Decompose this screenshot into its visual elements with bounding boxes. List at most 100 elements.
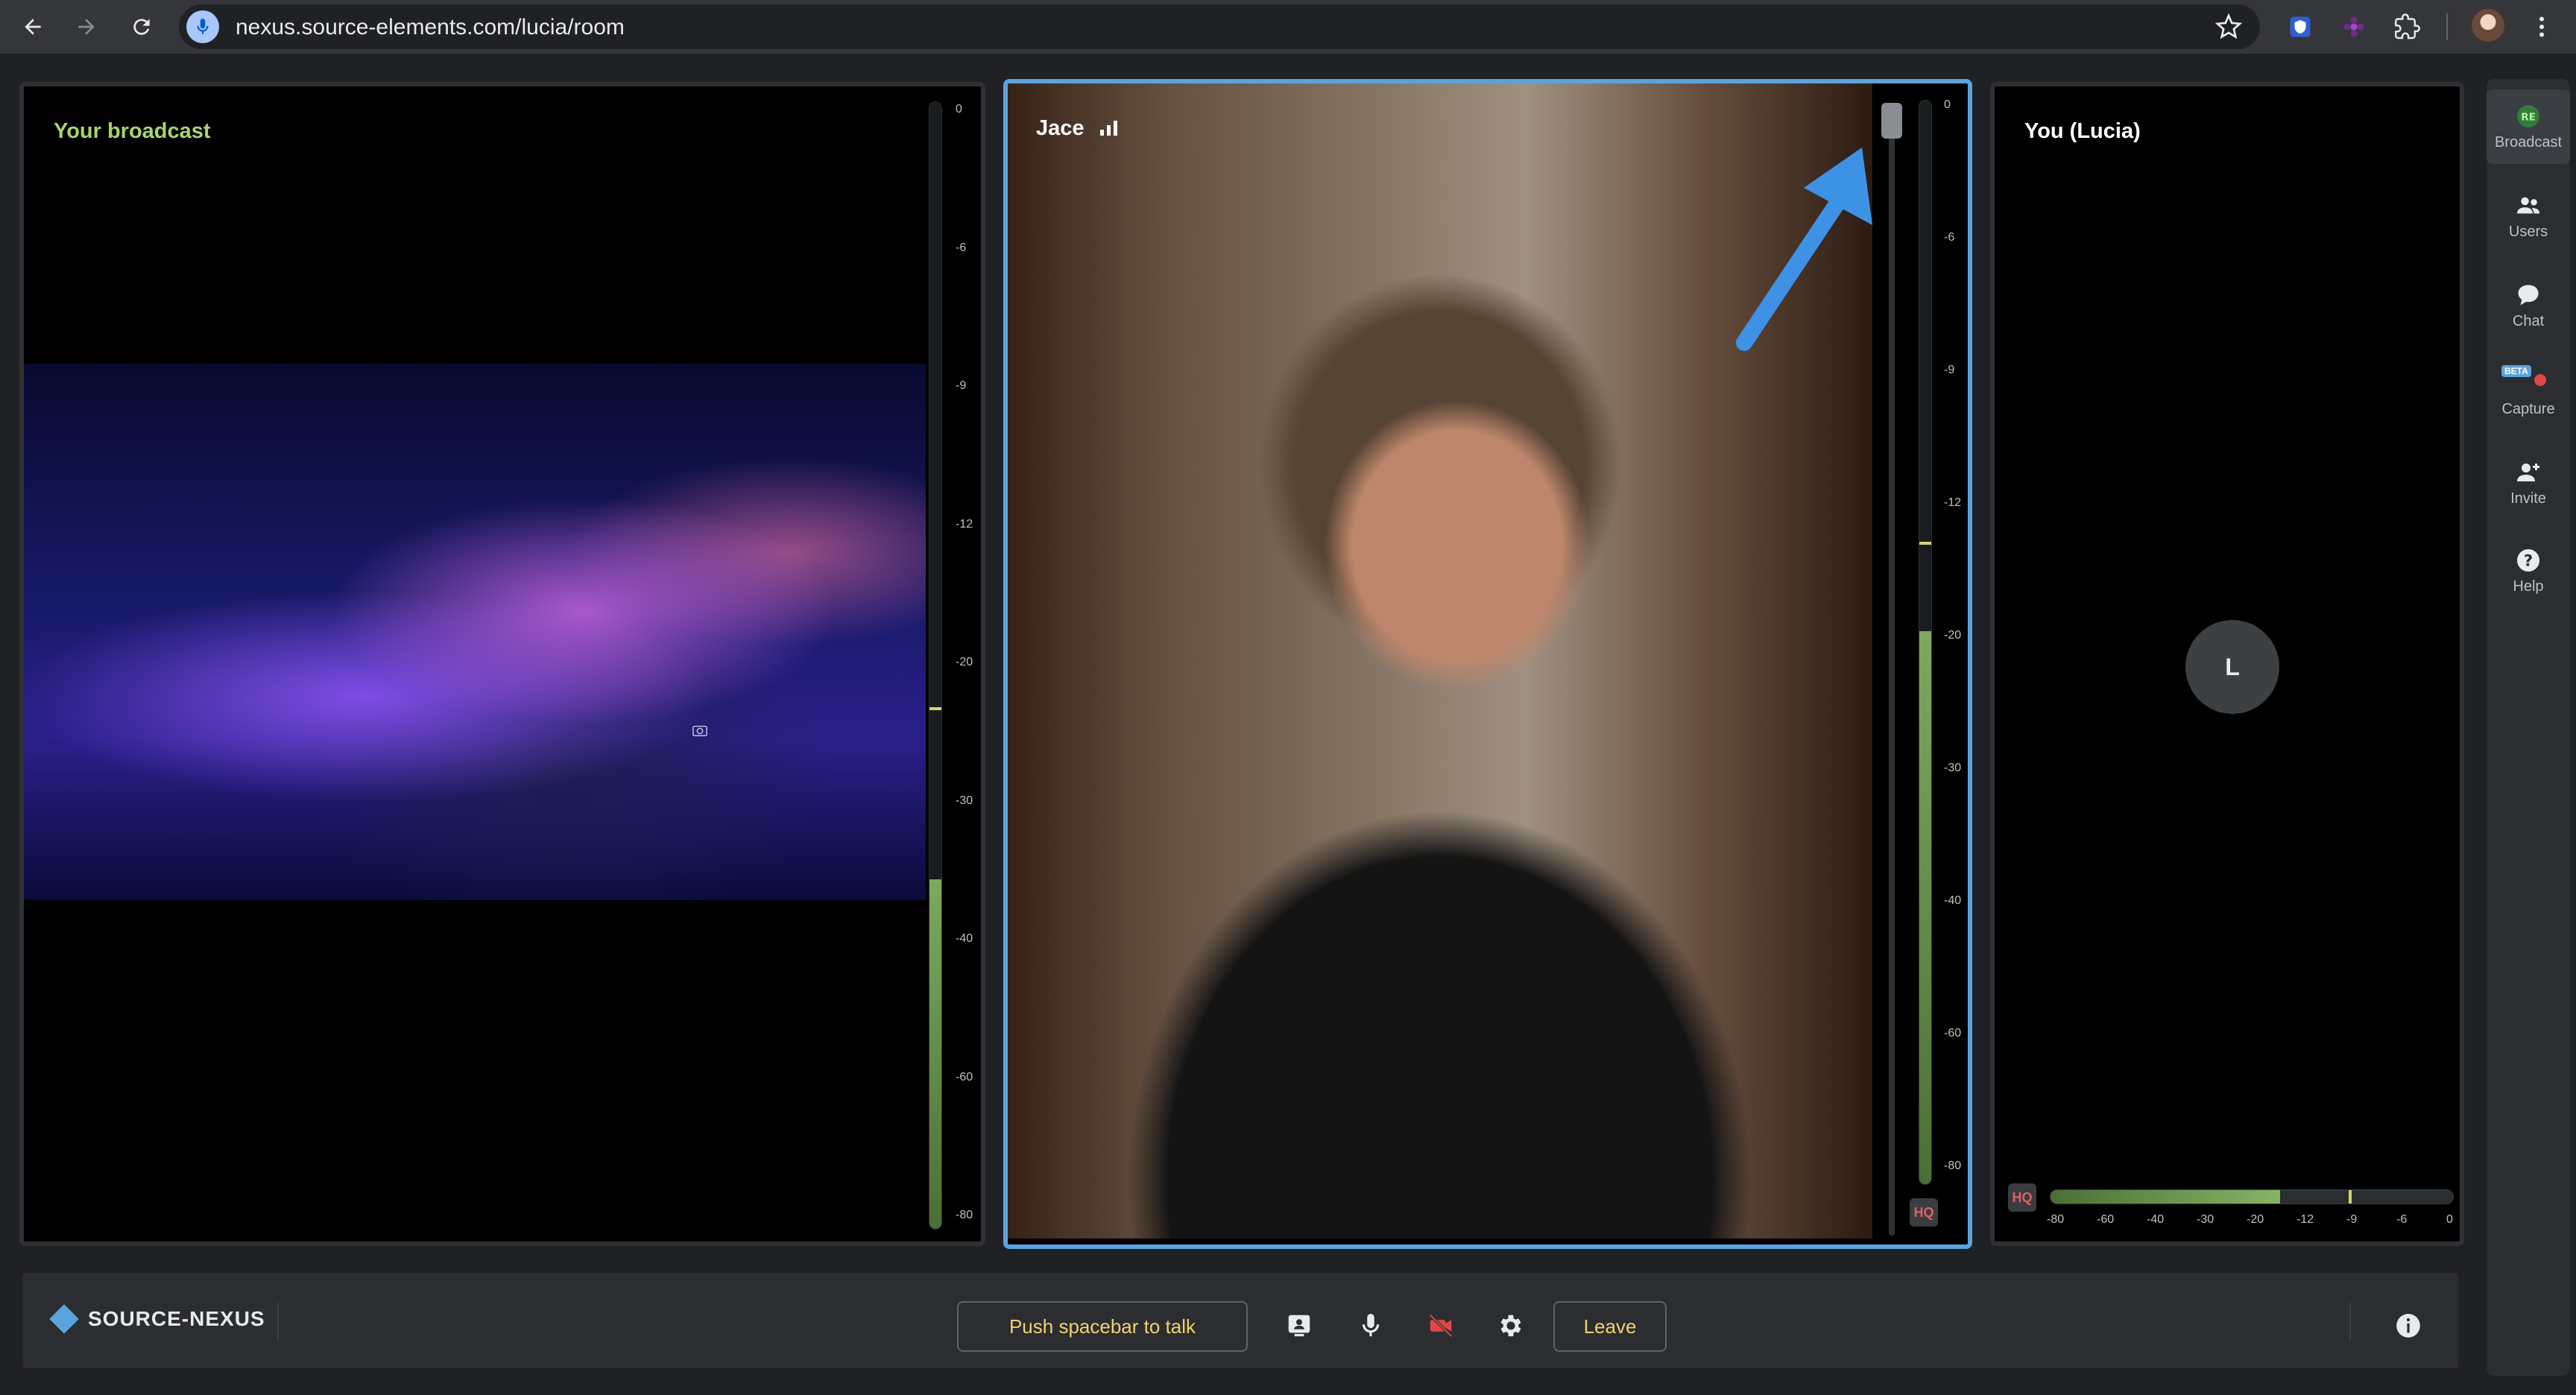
microphone-button[interactable]	[1354, 1309, 1388, 1343]
profile-avatar[interactable]	[2472, 9, 2504, 42]
sidebar-label: Invite	[2510, 490, 2546, 507]
shield-extension-icon	[2290, 16, 2311, 37]
record-dot-icon	[2534, 374, 2546, 386]
more-vertical-icon	[2539, 16, 2544, 37]
extensions-button[interactable]	[2391, 10, 2424, 43]
meter-scale-label: -6	[2396, 1213, 2408, 1226]
arrow-right-icon	[78, 19, 95, 35]
meter-scale-label: -9	[1944, 364, 1955, 376]
meter-scale-label: -60	[1944, 1027, 1962, 1040]
divider	[2349, 1303, 2351, 1341]
leave-button[interactable]: Leave	[1553, 1301, 1667, 1352]
meter-scale-label: -80	[2047, 1213, 2065, 1226]
meter-scale-label: -40	[1944, 894, 1962, 907]
meter-scale-label: -30	[1944, 762, 1962, 774]
meter-scale-label: -6	[956, 241, 967, 254]
meter-scale-label: 0	[2446, 1213, 2453, 1226]
bookmark-star-icon[interactable]	[2215, 13, 2242, 40]
address-bar[interactable]: nexus.source-elements.com/lucia/room	[179, 4, 2260, 49]
meter-scale-label: -20	[1944, 629, 1962, 642]
meter-scale-label: -20	[2247, 1213, 2264, 1226]
meter-scale-label: 0	[1944, 98, 1951, 111]
back-button[interactable]	[16, 10, 49, 43]
info-button[interactable]	[2391, 1309, 2425, 1343]
puzzle-icon	[2395, 13, 2420, 39]
flower-extension-icon	[2343, 16, 2364, 37]
browser-toolbar: nexus.source-elements.com/lucia/room	[0, 0, 2576, 54]
push-to-talk-button[interactable]: Push spacebar to talk	[957, 1301, 1248, 1352]
meter-scale-label: -12	[956, 517, 973, 531]
forward-button[interactable]	[70, 10, 103, 43]
extension-shield-button[interactable]	[2284, 10, 2317, 43]
broadcast-title: Your broadcast	[54, 119, 211, 143]
arrow-left-icon	[25, 19, 41, 35]
meter-peak	[1919, 542, 1931, 545]
presenter-button[interactable]	[1282, 1309, 1316, 1343]
sidebar-item-help[interactable]: ? Help	[2487, 534, 2570, 608]
meter-scale-label: -9	[2346, 1213, 2358, 1226]
sidebar-item-broadcast[interactable]: RE Broadcast	[2487, 89, 2570, 164]
sidebar-item-invite[interactable]: Invite	[2487, 446, 2570, 520]
sidebar-label: Capture	[2501, 400, 2555, 417]
camera-toggle-button[interactable]	[1424, 1309, 1458, 1343]
sidebar-label: Broadcast	[2494, 133, 2563, 151]
volume-slider-handle[interactable]	[1881, 103, 1902, 139]
self-name: You (Lucia)	[2024, 119, 2141, 143]
beta-badge: BETA	[2501, 365, 2531, 377]
meter-scale-label: -80	[956, 1209, 973, 1221]
broadcast-visual	[24, 364, 926, 900]
microphone-in-use-icon[interactable]	[186, 10, 219, 43]
meter-peak	[929, 707, 941, 711]
settings-button[interactable]	[1494, 1309, 1528, 1343]
sidebar-label: Help	[2513, 578, 2544, 595]
sidebar-item-chat[interactable]: Chat	[2487, 268, 2570, 343]
users-icon	[2517, 197, 2539, 213]
signal-strength-icon	[1100, 121, 1117, 136]
meter-scale-label: -60	[956, 1070, 973, 1084]
volume-slider-track[interactable]	[1889, 103, 1895, 1236]
broadcast-tile: Your broadcast 0 -6 -9 -12 -20 -30 -40 -60 -80	[19, 82, 985, 1246]
svg-text:RE: RE	[2521, 111, 2536, 123]
meter-scale-label: -80	[1944, 1160, 1962, 1172]
right-sidebar: RE Broadcast Users Chat BETA Capture Inv…	[2487, 79, 2570, 1376]
toolbar-divider	[2446, 13, 2448, 40]
chat-icon	[2518, 285, 2539, 305]
meter-peak	[2348, 1190, 2352, 1203]
meter-scale-label: -30	[956, 794, 973, 807]
reload-button[interactable]	[125, 10, 158, 43]
sidebar-item-users[interactable]: Users	[2487, 179, 2570, 253]
broadcast-icon: RE	[2517, 104, 2539, 127]
participant-tile-jace[interactable]: Jace 0 -6 -9 -12 -20 -30 -40 -60 -80 HQ	[1003, 79, 1972, 1249]
browser-menu-button[interactable]	[2525, 10, 2558, 43]
sidebar-label: Users	[2508, 223, 2548, 240]
camera-icon	[692, 725, 707, 736]
control-bar: SOURCE-NEXUS Push spacebar to talk Leave	[19, 1270, 2461, 1371]
camera-off-icon	[1429, 1314, 1453, 1338]
meter-scale-label: -9	[956, 379, 967, 392]
meter-scale-label: -12	[1944, 496, 1962, 509]
meter-scale-label: -6	[1944, 231, 1955, 244]
meter-scale-label: -40	[2147, 1213, 2165, 1226]
help-icon: ?	[2517, 548, 2539, 572]
participant-name: Jace	[1036, 116, 1085, 140]
divider	[277, 1303, 279, 1341]
self-avatar: L	[2185, 620, 2279, 714]
gear-icon	[1500, 1315, 1521, 1337]
meter-scale-label: -20	[956, 656, 973, 668]
svg-text:?: ?	[2524, 551, 2533, 569]
nexus-room: Your broadcast 0 -6 -9 -12 -20 -30 -40 -60 -80 J…	[0, 54, 2576, 1395]
extension-flower-button[interactable]	[2337, 10, 2370, 43]
brand-logo: SOURCE-NEXUS	[49, 1304, 265, 1334]
hq-audio-toggle[interactable]: HQ	[1910, 1198, 1938, 1227]
meter-scale-label: 0	[956, 103, 962, 116]
meter-scale-label: -60	[2097, 1213, 2115, 1226]
self-tile: You (Lucia) L HQ -80 -60 -40 -30 -20 -12 -9 -6 0	[1990, 82, 2464, 1246]
self-hq-audio-toggle[interactable]: HQ	[2008, 1183, 2036, 1212]
brand-name: SOURCE-NEXUS	[88, 1307, 265, 1330]
meter-scale-label: -30	[2197, 1213, 2214, 1226]
meter-fill	[929, 879, 941, 1229]
broadcast-level-meter	[929, 101, 942, 1230]
sidebar-item-capture[interactable]: BETA Capture	[2487, 356, 2570, 431]
url-text: nexus.source-elements.com/lucia/room	[236, 15, 625, 39]
meter-fill	[2051, 1190, 2280, 1203]
